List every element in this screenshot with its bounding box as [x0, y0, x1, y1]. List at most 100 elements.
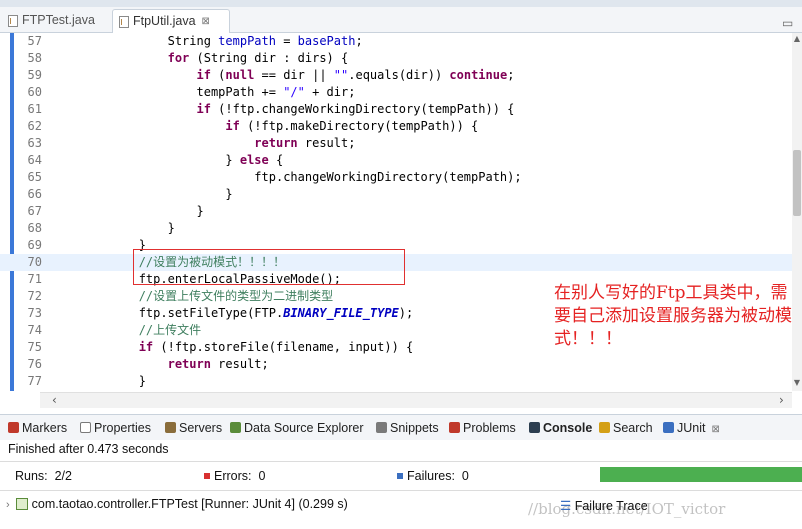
code-text: return result; [167, 357, 269, 371]
scroll-down-icon[interactable]: ▼ [792, 378, 802, 387]
code-text: } [52, 221, 175, 235]
expand-chevron-icon[interactable]: › [6, 499, 10, 511]
code-text: if (null == dir || "".equals(dir)) conti… [196, 68, 515, 82]
line-number: 62 [27, 119, 42, 133]
code-text: } else { [52, 153, 284, 167]
scroll-right-icon[interactable]: › [779, 393, 784, 407]
snippets-icon [376, 422, 387, 433]
vertical-scroll-thumb[interactable] [793, 150, 801, 216]
tab-servers[interactable]: Servers [165, 419, 222, 437]
code-text: } [52, 204, 204, 218]
code-line: 68 } [0, 220, 792, 237]
markers-icon [8, 422, 19, 433]
tab-label: FtpUtil.java [133, 14, 196, 28]
code-text: //上传文件 [138, 323, 202, 337]
line-number: 72 [27, 289, 42, 303]
code-line: 61 if (!ftp.changeWorkingDirectory(tempP… [0, 101, 792, 118]
servers-icon [165, 422, 176, 433]
code-text: return result; [254, 136, 356, 150]
code-text: ftp.setFileType(FTP.BINARY_FILE_TYPE); [52, 306, 414, 320]
java-file-icon [8, 14, 18, 27]
error-icon [204, 473, 210, 479]
code-line: 78 input.close(); [0, 390, 792, 391]
code-line: 76 return result; [0, 356, 792, 373]
console-icon [529, 422, 540, 433]
tab-ftputil-java[interactable]: FtpUtil.java ⊠ [112, 9, 230, 33]
line-number: 68 [27, 221, 42, 235]
scroll-left-icon[interactable]: ‹ [52, 393, 57, 407]
properties-icon [80, 422, 91, 433]
failure-trace-label: ☰ Failure Trace [560, 499, 648, 513]
highlight-box [133, 249, 405, 285]
failure-icon [397, 473, 403, 479]
code-line: 59 if (null == dir || "".equals(dir)) co… [0, 67, 792, 84]
test-tree-item[interactable]: › com.taotao.controller.FTPTest [Runner: … [6, 497, 348, 511]
tab-search[interactable]: Search [599, 419, 653, 437]
line-number: 60 [27, 85, 42, 99]
code-line: 63 return result; [0, 135, 792, 152]
code-text: if (!ftp.storeFile(filename, input)) { [138, 340, 414, 354]
code-line: 67 } [0, 203, 792, 220]
horizontal-scrollbar[interactable] [40, 392, 792, 408]
line-number: 57 [27, 34, 42, 48]
code-text: } [52, 238, 146, 252]
failures-counter: Failures: 0 [397, 469, 469, 483]
tab-markers[interactable]: Markers [8, 419, 67, 437]
code-text: //设置上传文件的类型为二进制类型 [138, 289, 334, 303]
line-number: 70 [27, 255, 42, 269]
line-number: 76 [27, 357, 42, 371]
code-line: 64 } else { [0, 152, 792, 169]
line-number: 71 [27, 272, 42, 286]
line-number: 63 [27, 136, 42, 150]
data-source-icon [230, 422, 241, 433]
line-number: 77 [27, 374, 42, 388]
test-suite-icon [15, 498, 28, 510]
code-text: String tempPath = basePath; [52, 34, 363, 48]
close-junit-icon[interactable]: ⊠ [711, 424, 719, 435]
code-line: 57 String tempPath = basePath; [0, 33, 792, 50]
problems-icon [449, 422, 460, 433]
line-number: 64 [27, 153, 42, 167]
line-number: 74 [27, 323, 42, 337]
line-number: 78 [14, 390, 42, 391]
code-text: tempPath += "/" + dir; [52, 85, 356, 99]
finished-status: Finished after 0.473 seconds [8, 442, 169, 456]
line-number: 58 [27, 51, 42, 65]
failure-trace-icon: ☰ [560, 499, 572, 513]
line-number: 75 [27, 340, 42, 354]
code-text: } [52, 374, 146, 388]
code-text: input.close(); [52, 390, 240, 391]
window-top-border [0, 0, 802, 7]
line-number: 69 [27, 238, 42, 252]
test-progress-bar [600, 467, 802, 482]
line-number: 61 [27, 102, 42, 116]
line-number: 65 [27, 170, 42, 184]
close-tab-icon[interactable]: ⊠ [202, 11, 210, 32]
errors-counter: Errors: 0 [204, 469, 265, 483]
line-number: 73 [27, 306, 42, 320]
minimize-icon[interactable]: ▭ [782, 16, 793, 30]
code-line: 66 } [0, 186, 792, 203]
tab-ftptest-java[interactable]: FTPTest.java [2, 9, 110, 32]
junit-icon [663, 422, 674, 433]
tab-data-source-explorer[interactable]: Data Source Explorer [230, 419, 364, 437]
scroll-up-icon[interactable]: ▲ [792, 34, 802, 43]
tab-properties[interactable]: Properties [80, 419, 151, 437]
runs-counter: Runs: 2/2 [15, 469, 72, 483]
code-line: 77 } [0, 373, 792, 390]
tab-console[interactable]: Console [529, 419, 592, 437]
tab-snippets[interactable]: Snippets [376, 419, 439, 437]
code-line: 65 ftp.changeWorkingDirectory(tempPath); [0, 169, 792, 186]
line-number: 66 [27, 187, 42, 201]
code-text: for (String dir : dirs) { [167, 51, 349, 65]
code-text: if (!ftp.changeWorkingDirectory(tempPath… [196, 102, 515, 116]
line-number: 59 [27, 68, 42, 82]
code-text: if (!ftp.makeDirectory(tempPath)) { [225, 119, 479, 133]
tab-problems[interactable]: Problems [449, 419, 516, 437]
code-line: 60 tempPath += "/" + dir; [0, 84, 792, 101]
code-text: } [52, 187, 233, 201]
code-text: ftp.changeWorkingDirectory(tempPath); [52, 170, 522, 184]
tab-label: FTPTest.java [22, 13, 95, 27]
tab-junit[interactable]: JUnit ⊠ [663, 419, 720, 437]
java-file-icon [119, 15, 129, 28]
